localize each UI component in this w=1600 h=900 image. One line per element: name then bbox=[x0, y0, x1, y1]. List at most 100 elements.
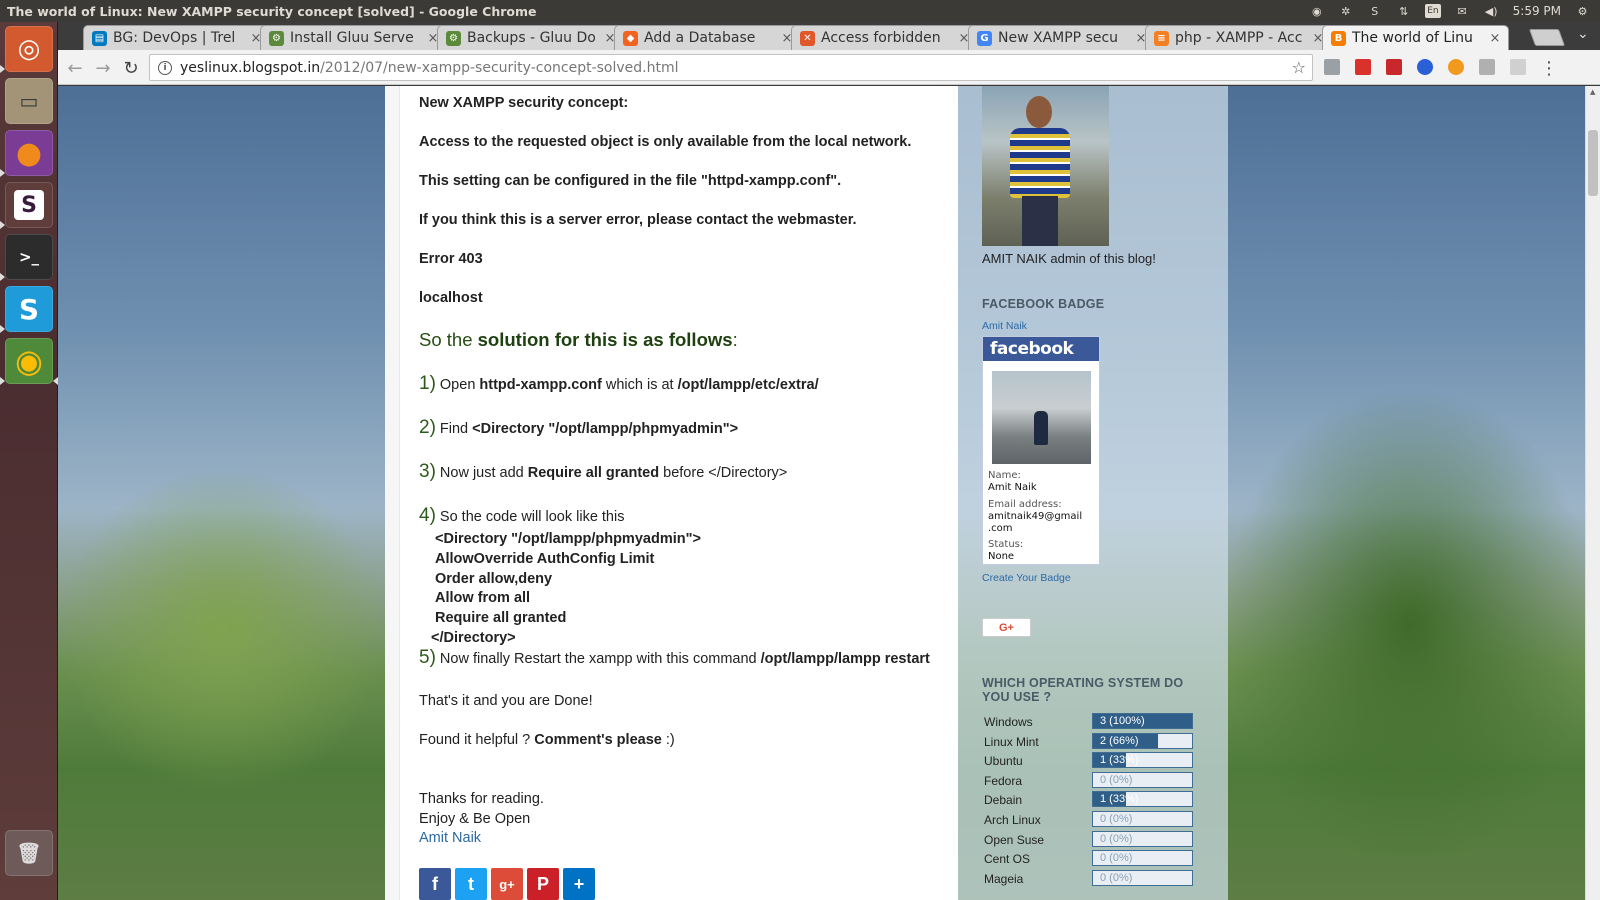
tab-favicon-icon: ◆ bbox=[623, 30, 638, 46]
extension-z-icon[interactable] bbox=[1417, 59, 1433, 75]
share-twitter-icon[interactable]: t bbox=[455, 868, 487, 900]
extension-stack-icon[interactable] bbox=[1479, 59, 1495, 75]
step-number: 3) bbox=[419, 461, 436, 482]
browser-tab[interactable]: ≡ php - XAMPP - Acc × bbox=[1145, 25, 1332, 50]
solution-heading: So the solution for this is as follows: bbox=[419, 329, 738, 351]
browser-tab[interactable]: G New XAMPP secu × bbox=[968, 25, 1155, 50]
new-tab-button[interactable] bbox=[1528, 29, 1566, 46]
files-icon[interactable]: ▭ bbox=[5, 78, 53, 124]
poll-bar: 0 (0%) bbox=[1092, 869, 1193, 886]
trash-icon[interactable]: 🗑 bbox=[5, 830, 53, 876]
tab-favicon-icon: ⚙ bbox=[446, 30, 461, 46]
scrollbar-thumb[interactable] bbox=[1588, 130, 1598, 196]
step-number: 1) bbox=[419, 373, 436, 394]
url-path: /2012/07/new-xampp-security-concept-solv… bbox=[320, 59, 679, 76]
share-more-icon[interactable]: + bbox=[563, 868, 595, 900]
keyboard-layout-indicator[interactable]: En bbox=[1425, 4, 1441, 18]
skype-tray-icon[interactable]: S bbox=[1367, 4, 1382, 18]
step-bold: /opt/lampp/etc/extra/ bbox=[677, 377, 819, 393]
extension-reader-icon[interactable] bbox=[1324, 59, 1340, 75]
enjoy-text: Enjoy & Be Open bbox=[419, 811, 531, 827]
column-edge bbox=[385, 86, 400, 900]
tab-strip: ▤ BG: DevOps | Trel × ⚙ Install Gluu Serve × ⚙… bbox=[58, 22, 1600, 50]
close-icon[interactable]: × bbox=[1488, 31, 1502, 46]
share-facebook-icon[interactable]: f bbox=[419, 868, 451, 900]
browser-tab[interactable]: ✕ Access forbidden × bbox=[791, 25, 978, 50]
scrollbar[interactable]: ▲ bbox=[1585, 86, 1600, 900]
scroll-up-icon[interactable]: ▲ bbox=[1590, 88, 1595, 96]
facebook-badge-heading: FACEBOOK BADGE bbox=[982, 297, 1105, 311]
bookmark-star-icon[interactable]: ☆ bbox=[1292, 58, 1306, 77]
post-line: localhost bbox=[419, 290, 483, 306]
settings-tray-icon[interactable]: ✲ bbox=[1338, 4, 1353, 18]
tab-label: Backups - Gluu Do bbox=[467, 30, 596, 46]
browser-tab[interactable]: ▤ BG: DevOps | Trel × bbox=[83, 25, 270, 50]
helpful-post: :) bbox=[661, 732, 675, 748]
step-text: before </Directory> bbox=[659, 465, 788, 481]
post-line: This setting can be configured in the fi… bbox=[419, 173, 842, 189]
step-text: Now just add bbox=[439, 465, 528, 481]
unity-launcher: ◎ ▭ ● S >_ S ◉ 🗑 bbox=[0, 22, 58, 900]
skype-icon[interactable]: S bbox=[5, 286, 53, 332]
extension-window-icon[interactable] bbox=[1510, 59, 1526, 75]
tab-favicon-icon: ✕ bbox=[800, 30, 815, 46]
menu-icon[interactable]: ⋮ bbox=[1538, 57, 1560, 79]
poll-option: Fedora bbox=[984, 773, 1023, 788]
slack-icon[interactable]: S bbox=[5, 182, 53, 228]
reload-button[interactable]: ↻ bbox=[120, 57, 142, 79]
facebook-badge[interactable]: facebook Name: Amit Naik Email address: … bbox=[982, 336, 1100, 565]
ubuntu-dash-icon[interactable]: ◎ bbox=[5, 26, 53, 72]
code-line: AllowOverride AuthConfig Limit bbox=[435, 551, 655, 567]
forward-button[interactable]: → bbox=[92, 57, 114, 79]
extension-globe-icon[interactable] bbox=[1448, 59, 1464, 75]
author-link[interactable]: Amit Naik bbox=[419, 830, 481, 846]
done-text: That's it and you are Done! bbox=[419, 693, 593, 709]
network-icon[interactable]: ⇅ bbox=[1396, 4, 1411, 18]
chrome-icon[interactable]: ◉ bbox=[5, 338, 53, 384]
terminal-icon[interactable]: >_ bbox=[5, 234, 53, 280]
mail-icon[interactable]: ✉ bbox=[1455, 4, 1470, 18]
clock[interactable]: 5:59 PM bbox=[1513, 4, 1561, 18]
browser-tab[interactable]: B The world of Linu × bbox=[1322, 25, 1509, 50]
google-plus-button[interactable]: G+ bbox=[982, 618, 1031, 637]
extension-bookmark-icon[interactable] bbox=[1355, 59, 1371, 75]
admin-caption: AMIT NAIK admin of this blog! bbox=[982, 251, 1156, 266]
back-button[interactable]: ← bbox=[64, 57, 86, 79]
running-indicator bbox=[0, 65, 5, 73]
share-pinterest-icon[interactable]: P bbox=[527, 868, 559, 900]
facebook-profile-link[interactable]: Amit Naik bbox=[982, 320, 1027, 332]
poll-bar: 2 (66%) bbox=[1092, 732, 1193, 749]
poll-row: Ubuntu 1 (33%) bbox=[982, 752, 1194, 770]
solution-colon: : bbox=[732, 329, 738, 350]
browser-tab[interactable]: ⚙ Install Gluu Serve × bbox=[260, 25, 447, 50]
info-icon[interactable]: i bbox=[158, 60, 172, 75]
facebook-profile-photo bbox=[992, 371, 1091, 464]
poll-value: 0 (0%) bbox=[1100, 852, 1133, 865]
fb-status-label: Status: bbox=[988, 539, 1024, 550]
poll-bar: 1 (33%) bbox=[1092, 752, 1193, 769]
address-bar[interactable]: i yeslinux.blogspot.in/2012/07/new-xampp… bbox=[149, 54, 1313, 81]
poll-row: Cent OS 0 (0%) bbox=[982, 850, 1194, 868]
chrome-tray-icon[interactable]: ◉ bbox=[1309, 4, 1324, 18]
chevron-down-icon[interactable]: ⌄ bbox=[1577, 26, 1589, 42]
gear-icon[interactable]: ⚙ bbox=[1575, 4, 1590, 18]
create-badge-link[interactable]: Create Your Badge bbox=[982, 572, 1071, 584]
tab-label: BG: DevOps | Trel bbox=[113, 30, 236, 46]
browser-tab[interactable]: ◆ Add a Database × bbox=[614, 25, 801, 50]
volume-icon[interactable]: ◀) bbox=[1484, 4, 1499, 18]
running-indicator bbox=[0, 325, 5, 333]
step-5: 5) Now finally Restart the xampp with thi… bbox=[419, 647, 930, 669]
browser-tab[interactable]: ⚙ Backups - Gluu Do × bbox=[437, 25, 624, 50]
fb-email: amitnaik49@gmail bbox=[988, 511, 1083, 522]
firefox-icon[interactable]: ● bbox=[5, 130, 53, 176]
poll-bar: 3 (100%) bbox=[1092, 713, 1193, 729]
post-line: Access to the requested object is only a… bbox=[419, 134, 912, 150]
fb-status: None bbox=[988, 551, 1015, 562]
share-google-plus-icon[interactable]: g+ bbox=[491, 868, 523, 900]
poll-bar: 0 (0%) bbox=[1092, 830, 1193, 847]
poll-option: Debain bbox=[984, 793, 1023, 808]
fb-email-label: Email address: bbox=[988, 499, 1062, 510]
extension-todoist-icon[interactable] bbox=[1386, 59, 1402, 75]
photo-legs bbox=[1022, 196, 1058, 246]
poll-option: Mageia bbox=[984, 871, 1024, 886]
